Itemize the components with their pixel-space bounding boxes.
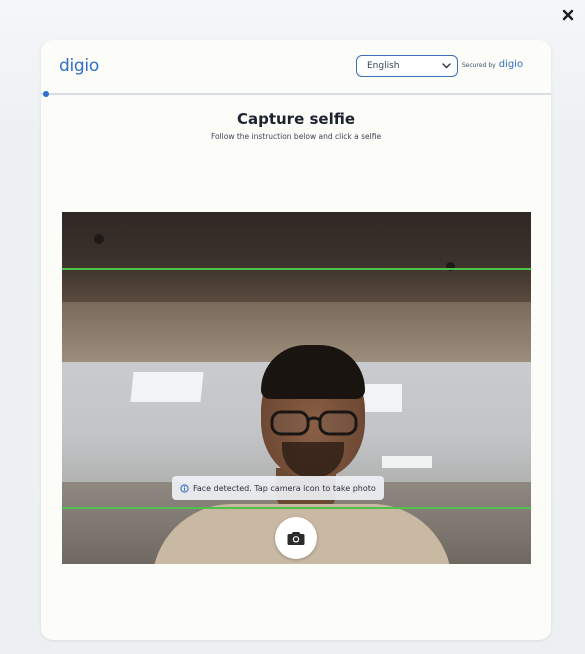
camera-scene-light	[382, 456, 432, 468]
capture-photo-button[interactable]	[275, 517, 317, 559]
camera-scene-light	[130, 372, 204, 402]
language-select[interactable]: English	[356, 55, 458, 77]
close-icon[interactable]	[559, 6, 577, 24]
camera-preview: Face detected. Tap camera icon to take p…	[62, 212, 531, 564]
face-detected-message: Face detected. Tap camera icon to take p…	[193, 483, 376, 493]
language-select-value: English	[367, 61, 400, 71]
card-header: digio English Secured by digio	[41, 40, 551, 94]
camera-icon	[287, 531, 305, 545]
progress-track	[41, 93, 551, 95]
secured-by-brand: digio	[498, 59, 524, 70]
face-guide-line-top	[62, 268, 531, 270]
digio-logo: digio	[59, 56, 99, 76]
camera-scene-ceiling	[62, 212, 531, 302]
secured-by-label: Secured by	[462, 62, 496, 69]
page-subtitle: Follow the instruction below and click a…	[210, 132, 382, 141]
camera-scene-light	[362, 384, 402, 412]
chevron-down-icon	[441, 61, 451, 71]
page-title: Capture selfie	[236, 110, 356, 128]
face-detected-toast: Face detected. Tap camera icon to take p…	[172, 476, 384, 500]
info-icon	[180, 483, 189, 493]
progress-indicator	[43, 91, 49, 97]
secured-by: Secured by digio	[462, 59, 523, 70]
camera-scene-fixture	[94, 234, 104, 244]
close-icon-glyph	[562, 9, 574, 21]
person-glasses	[270, 410, 358, 436]
selfie-capture-card: digio English Secured by digio Capture s…	[41, 40, 551, 640]
face-guide-line-bottom	[62, 507, 531, 509]
